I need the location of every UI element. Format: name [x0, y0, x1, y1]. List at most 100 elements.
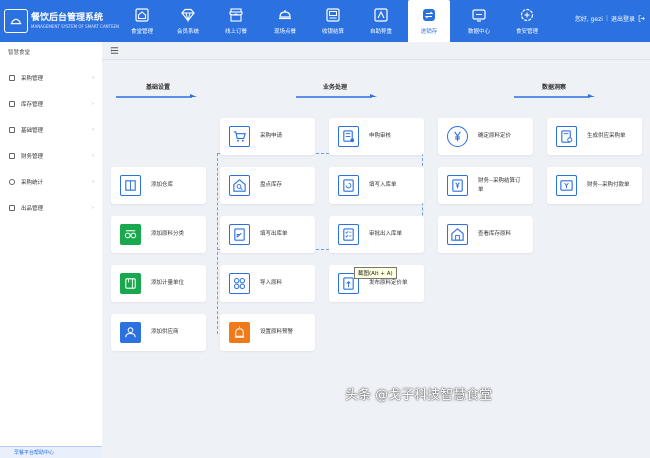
card-view-stock[interactable]: 查看库存原料	[438, 216, 533, 253]
order-doc-icon	[556, 126, 577, 147]
payment-icon	[556, 175, 577, 196]
nav-data-center[interactable]: 数据中心	[456, 0, 502, 42]
section-title-business: 业务处理	[323, 84, 348, 91]
outbound-doc-icon	[229, 224, 250, 245]
settings-icon	[9, 127, 15, 133]
card-label-line: 单	[478, 186, 484, 193]
card-add-unit[interactable]: 添加计量单位	[111, 265, 206, 302]
app-subtitle: MANAGEMENT SYSTEM OF SMART CANTEEN	[31, 24, 120, 29]
card-fill-inbound[interactable]: 填写入库单	[329, 167, 424, 204]
monitor-icon	[472, 9, 486, 22]
card-set-warning[interactable]: 设置原料预警	[220, 314, 315, 351]
chevron-right-icon: ›	[92, 205, 94, 211]
card-review-inout[interactable]: 审批出入库单	[329, 216, 424, 253]
card-finance-payment[interactable]: 财务--采购付款单	[547, 167, 642, 204]
chevron-right-icon: ›	[92, 179, 94, 185]
scale-icon	[374, 8, 388, 22]
card-label: 填写出库单	[260, 231, 288, 237]
nav-label: 自助称重	[369, 29, 392, 35]
sidebar-item-output[interactable]: 出品管理 ›	[0, 195, 102, 221]
nav-self-weighing[interactable]: 自助称重	[358, 0, 404, 42]
card-finance-settlement[interactable]: 财务--采购结算订单	[438, 167, 533, 204]
warehouse-icon	[120, 175, 141, 196]
top-navigation-bar: 餐饮后台管理系统 MANAGEMENT SYSTEM OF SMART CANT…	[0, 0, 650, 42]
section-title-data: 数据洞察	[542, 84, 567, 91]
nav-label: 会员系统	[176, 29, 199, 35]
divider	[102, 59, 650, 60]
nav-label: 现场点餐	[273, 29, 296, 35]
category-icon	[120, 224, 141, 245]
card-label-line: 财务--采购结算订	[478, 177, 521, 184]
logout-icon[interactable]	[638, 15, 645, 22]
card-label: 添加计量单位	[151, 280, 185, 286]
brand: 餐饮后台管理系统 MANAGEMENT SYSTEM OF SMART CANT…	[4, 6, 119, 36]
section-arrow	[116, 94, 197, 98]
warehouse-view-icon	[447, 224, 468, 245]
card-add-warehouse[interactable]: 添加仓库	[111, 167, 206, 204]
user-greeting: 您好, gezi	[574, 16, 603, 23]
nav-food-safety[interactable]: 食安管理	[504, 0, 550, 42]
sidebar-item-purchase[interactable]: 采购管理 ›	[0, 65, 102, 91]
card-label: 确定原料定价	[478, 133, 512, 139]
nav-label: 收银结算	[321, 29, 344, 35]
logo-icon	[10, 18, 22, 25]
sidebar-item-label: 库存管理	[21, 102, 44, 108]
card-generate-order[interactable]: 生成供应采购单	[547, 118, 642, 155]
nav-label: 食安管理	[515, 29, 538, 35]
chevron-right-icon: ›	[92, 101, 94, 107]
sidebar-item-stock[interactable]: 库存管理 ›	[0, 91, 102, 117]
divider: |	[605, 15, 608, 22]
cashier-icon	[326, 8, 340, 22]
invoice-icon	[447, 175, 468, 196]
nav-label: 线上订餐	[224, 29, 247, 35]
sidebar-item-label: 财务管理	[21, 154, 44, 160]
exchange-icon	[423, 9, 435, 21]
card-add-supplier[interactable]: 添加供应商	[111, 314, 206, 351]
menu-toggle-icon[interactable]	[110, 46, 119, 55]
checklist-icon	[338, 224, 359, 245]
card-fill-outbound[interactable]: 填写出库单	[220, 216, 315, 253]
section-arrow	[296, 94, 377, 98]
nav-inventory[interactable]: 进销存	[408, 0, 450, 42]
nav-label: 进销存	[420, 29, 438, 35]
sidebar-item-label: 采购管理	[21, 76, 44, 82]
section-arrow	[514, 94, 595, 98]
chevron-right-icon: ›	[92, 127, 94, 133]
cart-icon	[9, 75, 15, 81]
store-icon	[229, 8, 243, 22]
card-label: 导入原料	[260, 280, 283, 286]
nav-onsite-ordering[interactable]: 现场点餐	[262, 0, 308, 42]
card-purchase-review[interactable]: 申购审核	[329, 118, 424, 155]
sidebar-item-label: 采购统计	[21, 180, 44, 186]
nav-cashier-settlement[interactable]: 收银结算	[310, 0, 356, 42]
card-label: 申购审核	[369, 133, 392, 139]
card-label: 采购申请	[260, 133, 283, 139]
card-label: 财务--采购付款单	[587, 182, 630, 188]
nav-canteen-management[interactable]: 食堂管理	[119, 0, 165, 42]
help-center-link[interactable]: 早餐平台帮助中心	[0, 446, 102, 458]
watermark: 头条 @戈子科技智慧食堂	[345, 388, 493, 403]
sidebar-item-basic[interactable]: 基础管理 ›	[0, 117, 102, 143]
card-label: 财务--采购结算订单	[478, 177, 520, 195]
logout-link[interactable]: 退出登录	[611, 14, 635, 23]
card-inventory-check[interactable]: 盘点库存	[220, 167, 315, 204]
section-title-basic: 基础设置	[146, 84, 171, 91]
card-purchase-request[interactable]: 采购申请	[220, 118, 315, 155]
document-review-icon	[338, 126, 359, 147]
nav-label: 数据中心	[467, 29, 490, 35]
card-label: 设置原料预警	[260, 329, 294, 335]
chevron-right-icon: ›	[92, 75, 94, 81]
sidebar-item-finance[interactable]: 财务管理 ›	[0, 143, 102, 169]
wallet-icon	[9, 153, 15, 159]
card-import-material[interactable]: 导入原料	[220, 265, 315, 302]
nav-member-system[interactable]: 会员系统	[165, 0, 211, 42]
card-confirm-price[interactable]: 确定原料定价	[438, 118, 533, 155]
nav-label: 食堂管理	[130, 29, 153, 35]
card-label: 填写入库单	[369, 182, 397, 188]
sidebar-item-purchase-stats[interactable]: 采购统计 ›	[0, 169, 102, 195]
sidebar: 智慧食堂 采购管理 › 库存管理 › 基础管理 › 财务管理 › 采购统计 › …	[0, 42, 102, 458]
card-add-category[interactable]: 添加原料分类	[111, 216, 206, 253]
card-label: 发布原料定价单	[369, 280, 408, 286]
nav-online-ordering[interactable]: 线上订餐	[213, 0, 259, 42]
card-label: 审批出入库单	[369, 231, 403, 237]
